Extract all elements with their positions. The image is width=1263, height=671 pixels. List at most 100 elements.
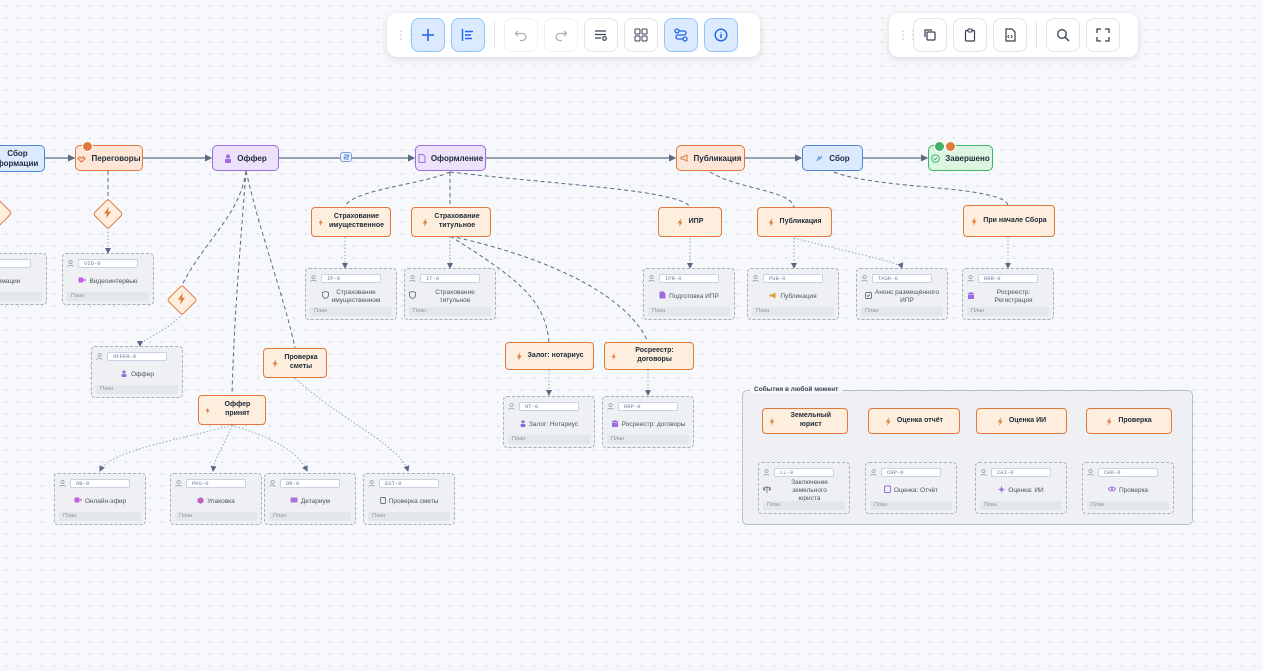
task-status: План — [607, 435, 689, 444]
user-icon — [96, 352, 103, 360]
edge-label-badge[interactable] — [340, 152, 352, 162]
stage-collection[interactable]: Сбор — [802, 145, 863, 171]
condition-node[interactable] — [92, 198, 124, 230]
trigger-ipr[interactable]: ИПР — [658, 207, 722, 237]
route-icon — [343, 154, 349, 160]
undo-button[interactable] — [504, 18, 538, 52]
paste-button[interactable] — [953, 18, 987, 52]
bolt-icon — [104, 206, 111, 219]
stage-done[interactable]: Завершено — [928, 141, 993, 171]
task-header: CAI-0 — [980, 467, 1060, 477]
stage-label: Оффер — [237, 153, 267, 163]
task-name: Детариум — [269, 491, 351, 513]
trigger-collect-start[interactable]: При начале Сбора — [963, 205, 1055, 237]
person-icon — [225, 154, 232, 163]
task-card-chk[interactable]: CHK-0 Проверка План — [1082, 462, 1174, 514]
task-card-pub[interactable]: PUB-0 Публикация План — [747, 268, 839, 320]
align-left-icon — [461, 29, 473, 41]
trigger-offer-accepted[interactable]: Оффер принят — [198, 395, 266, 425]
info-button[interactable] — [704, 18, 738, 52]
align-left-button[interactable] — [451, 18, 485, 52]
task-card-ob[interactable]: OB-0 Онлайн-эфир План — [54, 473, 146, 525]
task-card-announce[interactable]: TASK-0 Анонс размещённого ИПР План — [856, 268, 948, 320]
trigger-title-insurance[interactable]: Страхование титульное — [411, 207, 491, 237]
trigger-publication[interactable]: Публикация — [757, 207, 832, 237]
task-card-cai[interactable]: CAI-0 Оценка: ИИ План — [975, 462, 1067, 514]
bolt-icon — [611, 352, 616, 360]
task-card-nt[interactable]: NT-0 Залог: Нотариус План — [503, 396, 595, 448]
megaphone-icon — [680, 154, 688, 162]
warning-badge — [82, 141, 93, 152]
document-icon — [659, 291, 666, 302]
task-code: NT-0 — [519, 401, 579, 411]
task-header: PUB-0 — [752, 273, 832, 283]
trigger-property-insurance[interactable]: Страхование имущественное — [311, 207, 391, 237]
task-card-pkg[interactable]: PKG-0 Упаковка План — [170, 473, 262, 525]
user-icon — [980, 468, 987, 476]
task-card-rrp[interactable]: RRP-0 Росреестр: договоры План — [602, 396, 694, 448]
task-header: PKG-0 — [175, 478, 255, 488]
package-icon — [197, 497, 204, 507]
drag-handle-icon[interactable]: ⋮⋮ — [897, 29, 919, 41]
user-icon — [269, 479, 276, 487]
trigger-label: При начале Сбора — [983, 216, 1047, 224]
task-status: План — [409, 307, 491, 316]
trigger-check[interactable]: Проверка — [1086, 408, 1172, 434]
trigger-rosreestr-contracts[interactable]: Росреестр: договоры — [604, 342, 694, 370]
search-icon — [1057, 29, 1070, 42]
calculator-icon — [379, 496, 386, 507]
condition-node[interactable] — [0, 197, 13, 229]
task-name: Оценка: Отчёт — [870, 480, 952, 502]
task-card-rrr[interactable]: RRR-0 Росреестр: Регистрация План — [962, 268, 1054, 320]
add-node-button[interactable] — [411, 18, 445, 52]
task-status: План — [861, 307, 943, 316]
user-icon — [967, 274, 974, 282]
flow-canvas[interactable]: ⋮⋮ ⋮⋮ Сбор формации Переговоры Оффер Офо… — [0, 0, 1263, 671]
drag-handle-icon[interactable]: ⋮⋮ — [395, 29, 417, 41]
trigger-label: Оценка ИИ — [1008, 416, 1047, 424]
task-header: LL-0 — [763, 467, 843, 477]
condition-node[interactable] — [166, 284, 198, 316]
clipboard-icon — [964, 28, 976, 42]
copy-button[interactable] — [913, 18, 947, 52]
task-name-line1: Видеоинтервью — [89, 277, 138, 285]
check-circle-icon — [931, 153, 941, 163]
task-card-it[interactable]: IT-0 Страхование титульное План — [404, 268, 496, 320]
grid-button[interactable] — [624, 18, 658, 52]
task-card-video[interactable]: VID-0 Видеоинтервью План — [62, 253, 154, 305]
search-button[interactable] — [1046, 18, 1080, 52]
redo-button[interactable] — [544, 18, 578, 52]
stage-publication[interactable]: Публикация — [676, 145, 745, 171]
stage-label: Публикация — [693, 153, 742, 163]
task-card-crp[interactable]: CRP-0 Оценка: Отчёт План — [865, 462, 957, 514]
task-card-ipr[interactable]: IPR-0 Подготовка ИПР План — [643, 268, 735, 320]
trigger-report-eval[interactable]: Оценка отчёт — [868, 408, 960, 434]
task-card-est[interactable]: EST-0 Проверка сметы План — [363, 473, 455, 525]
stage-collect-info[interactable]: Сбор формации — [0, 145, 45, 172]
stage-registration[interactable]: Оформление — [415, 145, 486, 171]
task-name: Росреестр: Регистрация — [967, 286, 1049, 308]
task-code: OB-0 — [70, 478, 130, 488]
trigger-ii-eval[interactable]: Оценка ИИ — [976, 408, 1067, 434]
user-icon — [861, 274, 868, 282]
trigger-land-lawyer[interactable]: Земельный юрист — [762, 408, 848, 434]
trigger-label: сметы — [289, 363, 313, 370]
task-card-dr[interactable]: DR-0 Детариум План — [264, 473, 356, 525]
stage-negotiations[interactable]: Переговоры — [75, 141, 143, 171]
toolbar-separator — [494, 22, 495, 48]
export-code-button[interactable] — [993, 18, 1027, 52]
task-card-offer[interactable]: OFFER-0 Оффер План — [91, 346, 183, 398]
task-card-ll[interactable]: LL-0 Заключение земельного юриста План — [758, 462, 850, 514]
fullscreen-button[interactable] — [1086, 18, 1120, 52]
trigger-label: Оффер принят — [224, 401, 251, 417]
stage-offer[interactable]: Оффер — [212, 145, 279, 171]
list-settings-button[interactable] — [584, 18, 618, 52]
task-card-info[interactable]: информации — [0, 253, 47, 305]
user-icon — [67, 259, 74, 267]
trigger-notary[interactable]: Залог: нотариус — [505, 342, 594, 370]
user-icon — [368, 479, 375, 487]
trigger-estimate-check[interactable]: Проверка сметы — [263, 348, 327, 378]
user-icon — [752, 274, 759, 282]
task-card-ip[interactable]: IP-0 Страхование имущественном План — [305, 268, 397, 320]
route-button[interactable] — [664, 18, 698, 52]
